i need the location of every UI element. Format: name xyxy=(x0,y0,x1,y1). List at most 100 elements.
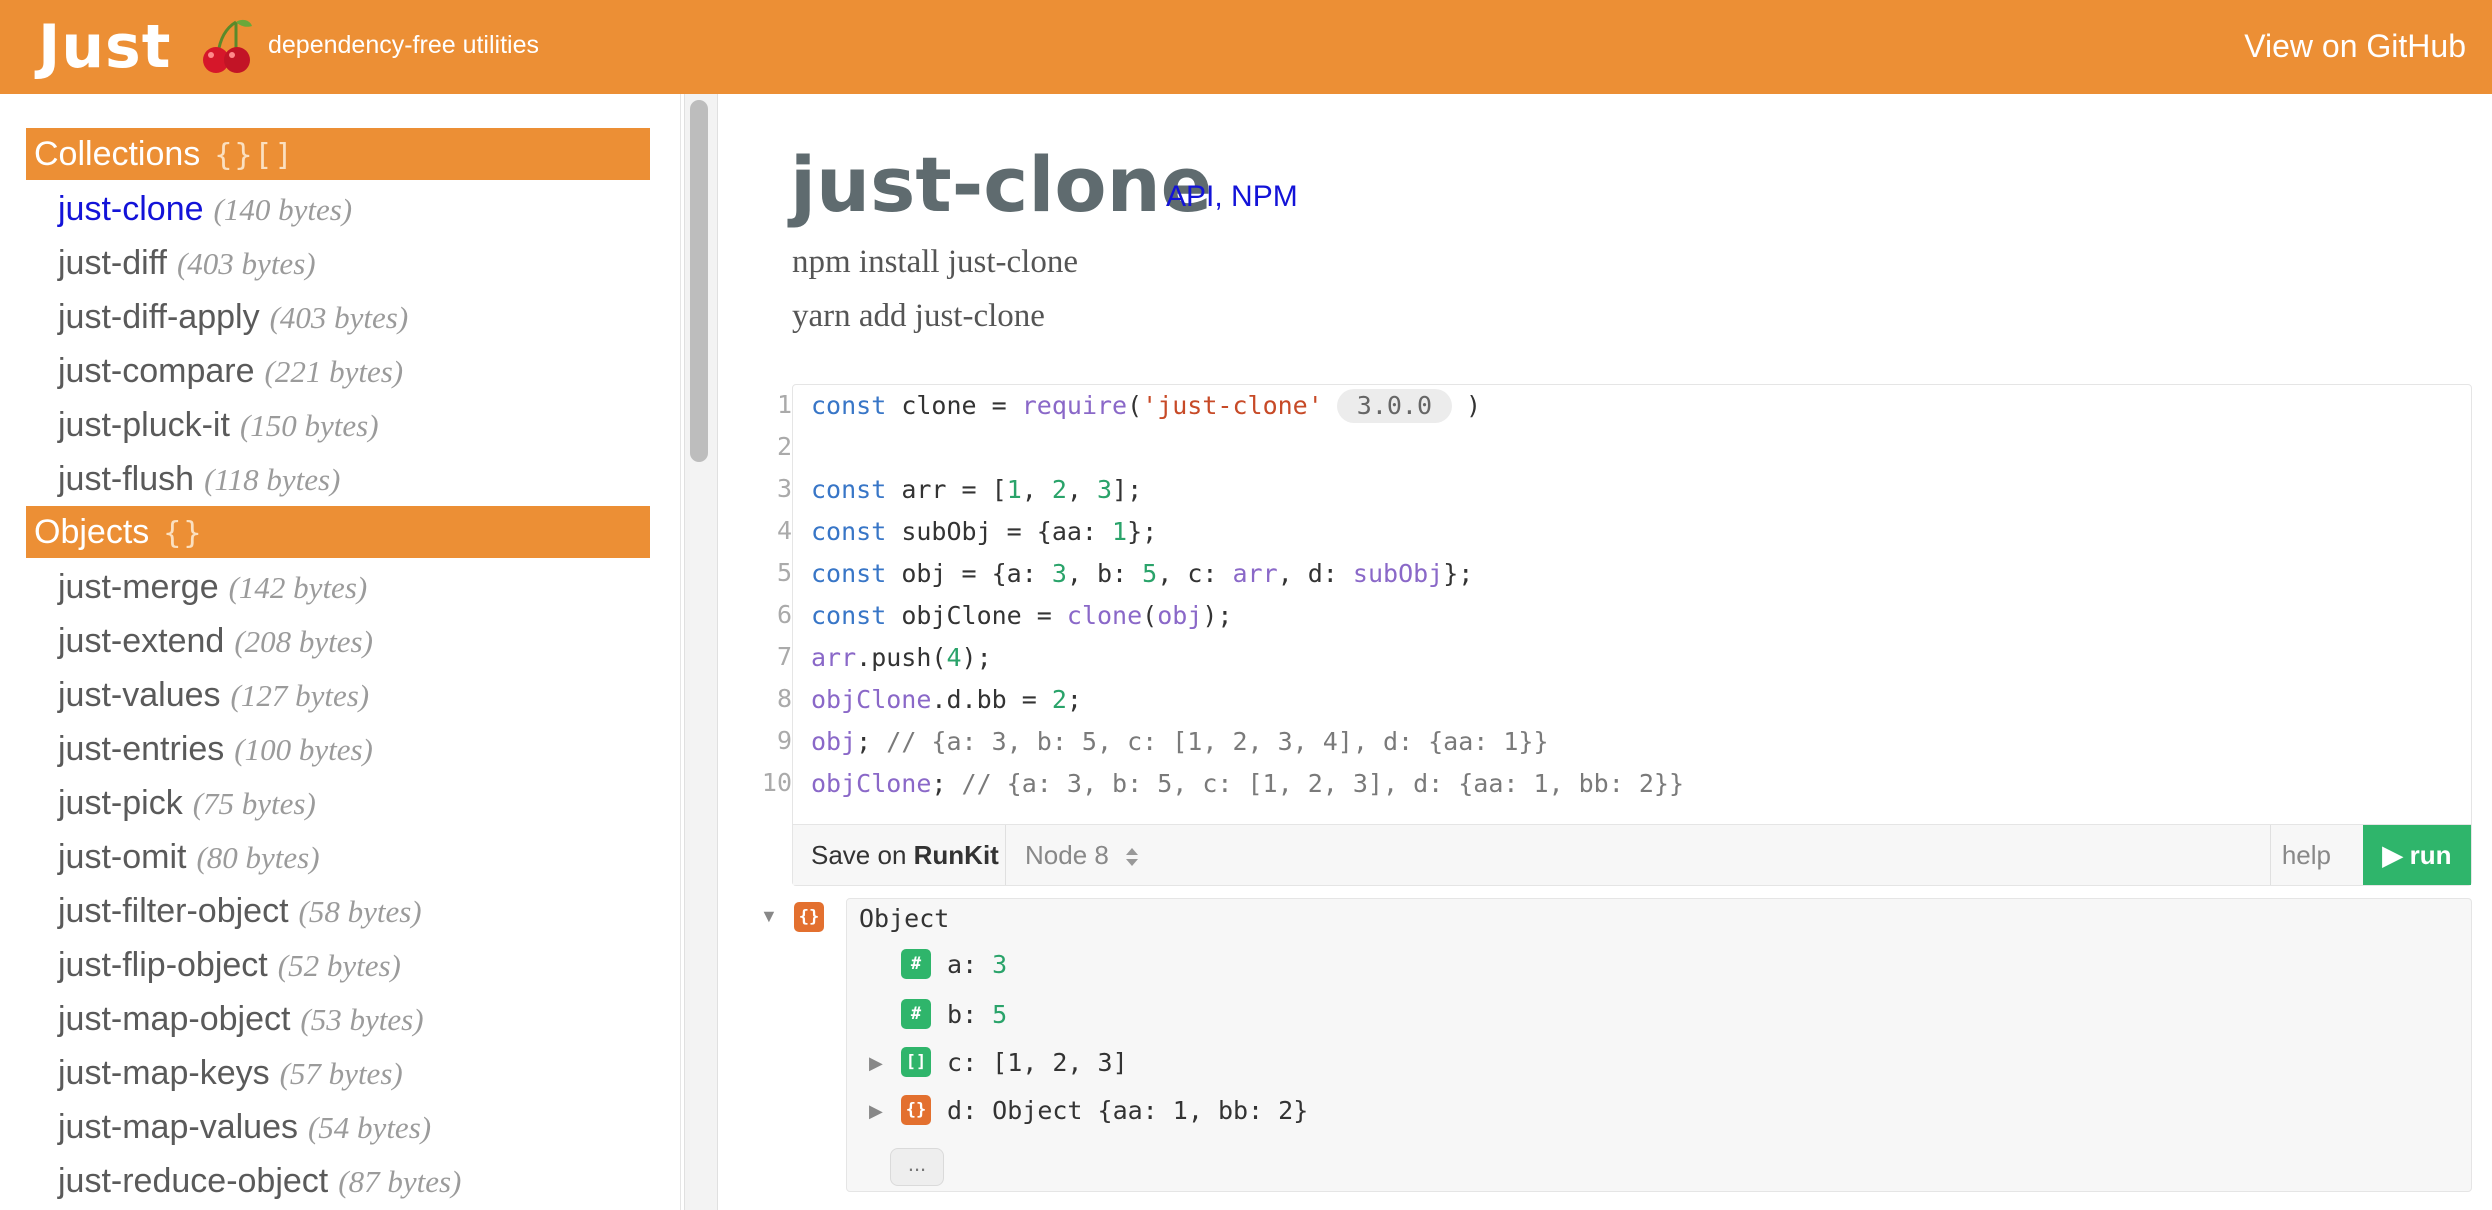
sidebar-item-just-compare[interactable]: just-compare (221 bytes) xyxy=(58,346,403,397)
help-button[interactable]: help xyxy=(2282,825,2331,885)
updown-chevron-icon xyxy=(1126,848,1139,867)
code-line-7: arr.push(4); xyxy=(811,643,992,672)
sidebar-item-just-pluck-it[interactable]: just-pluck-it (150 bytes) xyxy=(58,400,379,451)
sidebar-item-label: just-diff-apply xyxy=(58,298,260,336)
sidebar-item-just-merge[interactable]: just-merge (142 bytes) xyxy=(58,562,367,613)
sidebar-item-label: just-diff xyxy=(58,244,167,282)
sidebar-item-just-entries[interactable]: just-entries (100 bytes) xyxy=(58,724,373,775)
line-number: 4 xyxy=(776,516,792,545)
save-on-runkit-button[interactable]: Save on RunKit xyxy=(811,825,999,885)
sidebar-item-size: (80 bytes) xyxy=(196,840,320,875)
sidebar-item-size: (140 bytes) xyxy=(213,192,353,227)
code-editor[interactable]: const clone = require('just-clone' 3.0.0)… xyxy=(792,384,2472,886)
page-title: just-clone xyxy=(790,140,1213,229)
sidebar-item-just-reduce-object[interactable]: just-reduce-object (87 bytes) xyxy=(58,1156,461,1207)
sidebar-item-just-pick[interactable]: just-pick (75 bytes) xyxy=(58,778,316,829)
sidebar-item-label: just-filter-object xyxy=(58,892,289,930)
sidebar-item-size: (403 bytes) xyxy=(176,246,316,281)
sidebar-item-label: just-pick xyxy=(58,784,183,822)
sidebar-item-just-map-object[interactable]: just-map-object (53 bytes) xyxy=(58,994,424,1045)
sidebar-item-just-omit[interactable]: just-omit (80 bytes) xyxy=(58,832,320,883)
object-type-icon: {} xyxy=(901,1095,931,1125)
code-line-5: const obj = {a: 3, b: 5, c: arr, d: subO… xyxy=(811,559,1474,588)
npm-link[interactable]: NPM xyxy=(1231,180,1298,213)
sidebar-item-just-diff-apply[interactable]: just-diff-apply (403 bytes) xyxy=(58,292,408,343)
code-line-6: const objClone = clone(obj); xyxy=(811,601,1233,630)
sidebar-item-size: (221 bytes) xyxy=(264,354,404,389)
sidebar-item-label: just-map-object xyxy=(58,1000,291,1038)
view-on-github-link[interactable]: View on GitHub xyxy=(2244,26,2466,66)
prop-key: b xyxy=(947,1000,963,1029)
prop-value: 5 xyxy=(992,1000,1008,1029)
sidebar-item-just-flush[interactable]: just-flush (118 bytes) xyxy=(58,454,340,505)
sidebar-item-label: just-flush xyxy=(58,460,195,498)
brand-logo[interactable]: Just xyxy=(38,10,171,84)
section-title: Collections xyxy=(34,135,201,173)
expand-triangle-icon[interactable]: ▶ xyxy=(869,1101,883,1122)
yarn-install-command: yarn add just-clone xyxy=(792,298,1045,334)
runkit-brand: RunKit xyxy=(913,840,999,870)
sidebar-item-label: just-entries xyxy=(58,730,225,768)
output-prop-b: b: 5 xyxy=(947,1000,1008,1029)
node-version-select[interactable]: Node 8 xyxy=(1025,825,1140,885)
api-link[interactable]: API xyxy=(1166,180,1214,213)
sidebar-item-size: (75 bytes) xyxy=(192,786,316,821)
sidebar-item-label: just-pluck-it xyxy=(58,406,230,444)
number-type-icon: # xyxy=(901,999,931,1029)
node-version-label: Node 8 xyxy=(1025,840,1109,870)
editor-toolbar: Save on RunKit Node 8 help ▶ run xyxy=(793,824,2471,885)
code-line-3: const arr = [1, 2, 3]; xyxy=(811,475,1143,504)
sidebar-item-just-map-keys[interactable]: just-map-keys (57 bytes) xyxy=(58,1048,403,1099)
line-number: 3 xyxy=(776,474,792,503)
sidebar-item-size: (127 bytes) xyxy=(230,678,370,713)
sidebar-item-just-flip-object[interactable]: just-flip-object (52 bytes) xyxy=(58,940,401,991)
expand-triangle-icon[interactable]: ▶ xyxy=(869,1053,883,1074)
sidebar-item-label: just-flip-object xyxy=(58,946,268,984)
sidebar-item-size: (58 bytes) xyxy=(298,894,422,929)
prop-value: Object {aa: 1, bb: 2} xyxy=(992,1096,1309,1125)
object-type-icon: {} xyxy=(794,902,824,932)
sidebar-item-size: (53 bytes) xyxy=(300,1002,424,1037)
section-symbol: {}[] xyxy=(214,138,295,173)
sidebar-item-just-filter-object[interactable]: just-filter-object (58 bytes) xyxy=(58,886,422,937)
toolbar-divider xyxy=(1005,825,1006,885)
sidebar-item-just-extend[interactable]: just-extend (208 bytes) xyxy=(58,616,373,667)
sidebar-item-size: (403 bytes) xyxy=(269,300,409,335)
sidebar-item-label: just-map-values xyxy=(58,1108,298,1146)
prop-key: a xyxy=(947,950,963,979)
section-objects: Objects {} xyxy=(26,506,650,558)
more-output-button[interactable]: ... xyxy=(890,1148,944,1186)
collapse-triangle-icon[interactable]: ▼ xyxy=(760,906,778,927)
sidebar-item-size: (150 bytes) xyxy=(239,408,379,443)
sidebar-item-label: just-omit xyxy=(58,838,187,876)
sidebar-item-just-map-values[interactable]: just-map-values (54 bytes) xyxy=(58,1102,431,1153)
sidebar-item-size: (118 bytes) xyxy=(204,462,341,497)
title-links: API, NPM xyxy=(1166,180,1298,214)
sidebar-item-label: just-clone xyxy=(58,190,204,228)
output-prop-a: a: 3 xyxy=(947,950,1008,979)
section-symbol: {} xyxy=(163,516,204,551)
cherry-icon xyxy=(203,19,252,73)
section-collections: Collections {}[] xyxy=(26,128,650,180)
sidebar-item-just-diff[interactable]: just-diff (403 bytes) xyxy=(58,238,316,289)
sidebar-item-label: just-merge xyxy=(58,568,219,606)
sidebar-scrollbar-thumb[interactable] xyxy=(690,100,708,462)
sidebar-item-label: just-values xyxy=(58,676,221,714)
number-type-icon: # xyxy=(901,949,931,979)
top-header: Just dependency-free utilities View on G… xyxy=(0,0,2492,94)
sidebar-item-size: (208 bytes) xyxy=(234,624,373,659)
sidebar-item-label: just-compare xyxy=(58,352,255,390)
sidebar-item-just-clone[interactable]: just-clone (140 bytes) xyxy=(58,184,352,235)
sidebar-item-just-values[interactable]: just-values (127 bytes) xyxy=(58,670,369,721)
output-prop-d[interactable]: d: Object {aa: 1, bb: 2} xyxy=(947,1091,1308,1131)
line-number: 9 xyxy=(776,726,792,755)
line-number: 6 xyxy=(776,600,792,629)
version-badge[interactable]: 3.0.0 xyxy=(1336,389,1453,423)
section-title: Objects xyxy=(34,513,150,551)
run-button[interactable]: ▶ run xyxy=(2363,825,2471,885)
sidebar-item-size: (52 bytes) xyxy=(277,948,401,983)
array-type-icon: [] xyxy=(901,1047,931,1077)
prop-key: d xyxy=(947,1096,963,1125)
line-number: 2 xyxy=(776,432,792,461)
output-prop-c[interactable]: c: [1, 2, 3] xyxy=(947,1043,1128,1083)
